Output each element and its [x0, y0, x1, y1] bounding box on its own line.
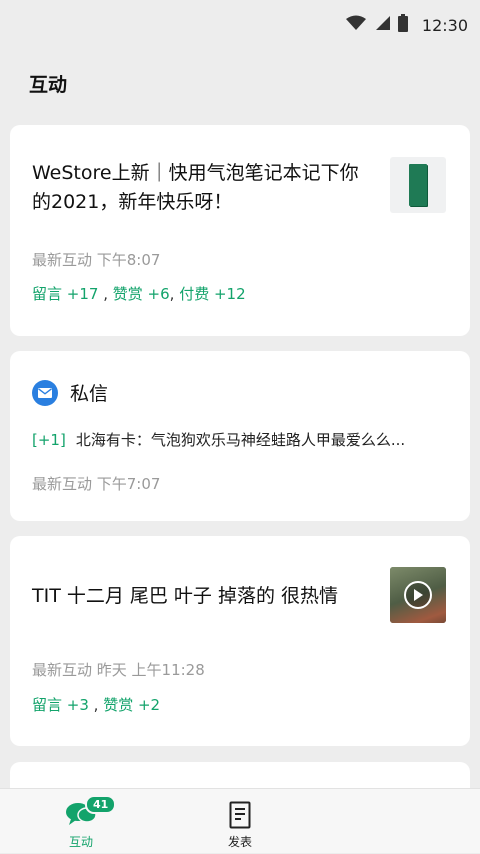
likes-stat: 赞赏 +2 [103, 696, 161, 714]
tab-publish[interactable]: 发表 [180, 789, 300, 854]
latest-interaction-time: 最新互动 下午7:07 [32, 475, 161, 493]
chat-bubbles-icon [65, 803, 97, 831]
article-card[interactable]: WeStore上新｜快用气泡笔记本记下你的2021，新年快乐呀！ 最新互动 下午… [10, 125, 470, 336]
mail-icon [32, 379, 58, 406]
latest-interaction-time: 最新互动 下午8:07 [32, 251, 161, 269]
tab-label: 发表 [227, 835, 252, 849]
page-title: 互动 [29, 74, 68, 96]
latest-interaction-time: 最新互动 昨天 上午11:28 [32, 661, 205, 679]
document-icon [229, 801, 251, 833]
interaction-stats: 留言 +17 , 赞赏 +6, 付费 +12 [32, 285, 246, 303]
bottom-tab-bar: 41 互动 发表 [0, 788, 480, 853]
green-notebook-thumbnail [390, 157, 446, 213]
article-title: WeStore上新｜快用气泡笔记本记下你的2021，新年快乐呀！ [32, 162, 359, 213]
message-count: [+1] [32, 431, 66, 449]
tab-interactions[interactable]: 41 互动 [21, 789, 141, 854]
status-time: 12:30 [421, 15, 468, 35]
message-text: 北海有卡：气泡狗欢乐马神经蛙路人甲最爱么么... [75, 431, 406, 449]
private-message-card[interactable]: 私信 [+1] 北海有卡：气泡狗欢乐马神经蛙路人甲最爱么么... 最新互动 下午7… [10, 351, 470, 521]
comments-stat: 留言 +3 [32, 696, 89, 714]
status-bar: 12:30 [0, 0, 480, 50]
article-title: TIT 十二月 尾巴 叶子 掉落的 很热情 [32, 585, 339, 607]
battery-icon [397, 14, 408, 36]
play-icon [404, 581, 432, 609]
unread-badge: 41 [85, 795, 117, 814]
wifi-icon [345, 15, 366, 35]
tab-label: 互动 [68, 835, 93, 849]
comments-stat: 留言 +17 [32, 285, 99, 303]
likes-stat: 赞赏 +6 [112, 285, 170, 303]
video-thumbnail [390, 567, 446, 623]
paid-stat: 付费 +12 [179, 285, 246, 303]
private-message-header: 私信 [32, 379, 108, 406]
article-card[interactable]: TIT 十二月 尾巴 叶子 掉落的 很热情 最新互动 昨天 上午11:28 留言… [10, 536, 470, 746]
signal-icon [374, 15, 390, 35]
private-message-title: 私信 [70, 383, 109, 405]
interaction-stats: 留言 +3 , 赞赏 +2 [32, 696, 161, 714]
private-message-preview: [+1] 北海有卡：气泡狗欢乐马神经蛙路人甲最爱么么... [32, 429, 442, 450]
